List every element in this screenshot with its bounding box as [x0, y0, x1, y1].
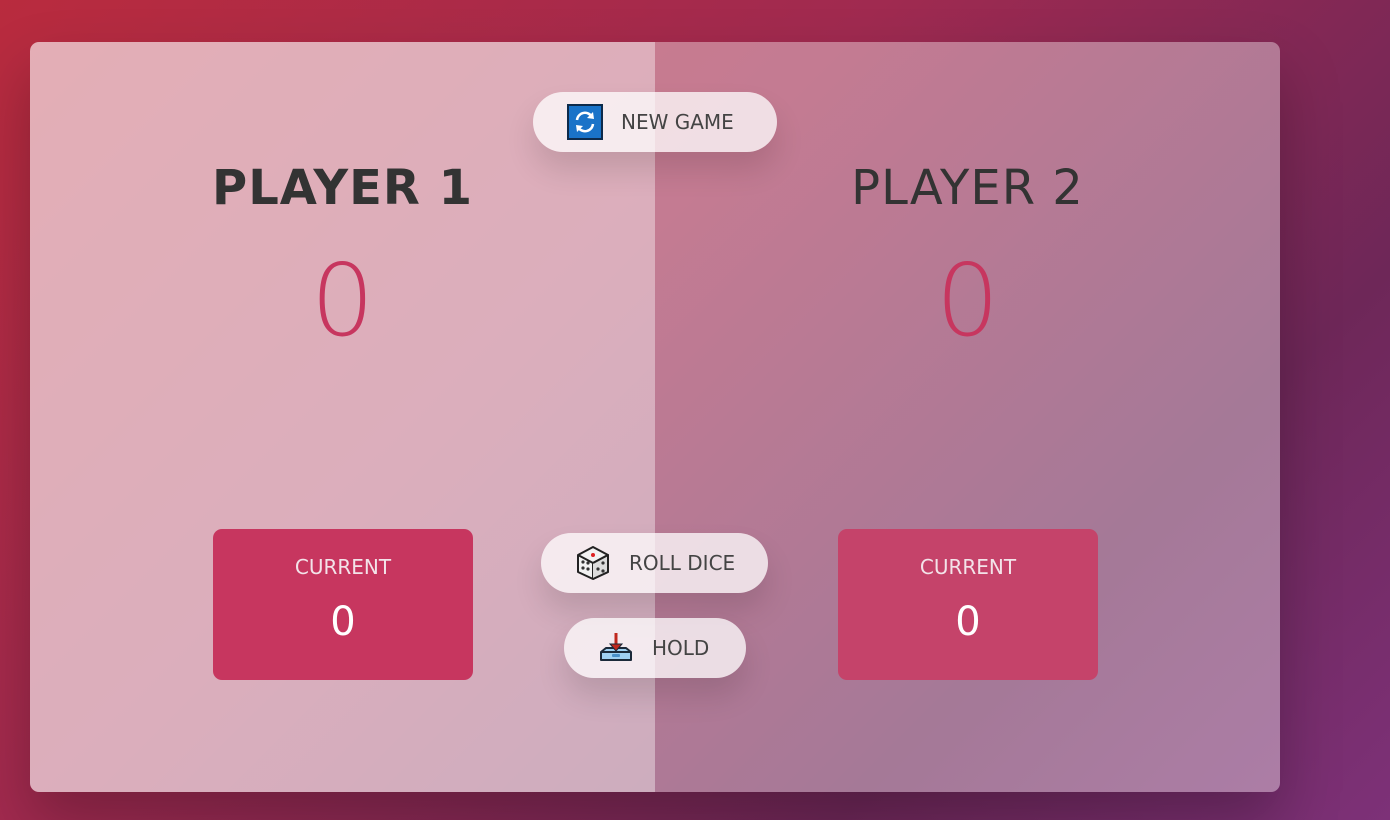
player-1-panel: PLAYER 1 0 CURRENT 0 [30, 42, 655, 792]
player-2-current-score: 0 [955, 599, 981, 645]
player-2-current-box: CURRENT 0 [838, 529, 1098, 680]
roll-dice-label: ROLL DICE [629, 551, 736, 575]
player-2-current-label: CURRENT [919, 555, 1017, 579]
player-2-score: 0 [935, 242, 1000, 359]
dice-icon [575, 545, 611, 581]
new-game-label: NEW GAME [621, 110, 734, 134]
player-1-name: PLAYER 1 [212, 160, 473, 216]
roll-dice-button[interactable]: ROLL DICE [541, 533, 768, 593]
new-game-button[interactable]: NEW GAME [533, 92, 777, 152]
player-2-panel: PLAYER 2 0 CURRENT 0 [655, 42, 1280, 792]
hold-button[interactable]: HOLD [564, 618, 746, 678]
player-1-score: 0 [310, 242, 375, 359]
player-1-current-box: CURRENT 0 [213, 529, 473, 680]
player-1-current-score: 0 [330, 599, 356, 645]
game-board: PLAYER 1 0 CURRENT 0 PLAYER 2 0 CURRENT … [30, 42, 1280, 792]
hold-label: HOLD [652, 636, 710, 660]
refresh-icon [567, 104, 603, 140]
download-tray-icon [598, 630, 634, 666]
player-2-name: PLAYER 2 [851, 160, 1084, 216]
player-1-current-label: CURRENT [294, 555, 392, 579]
